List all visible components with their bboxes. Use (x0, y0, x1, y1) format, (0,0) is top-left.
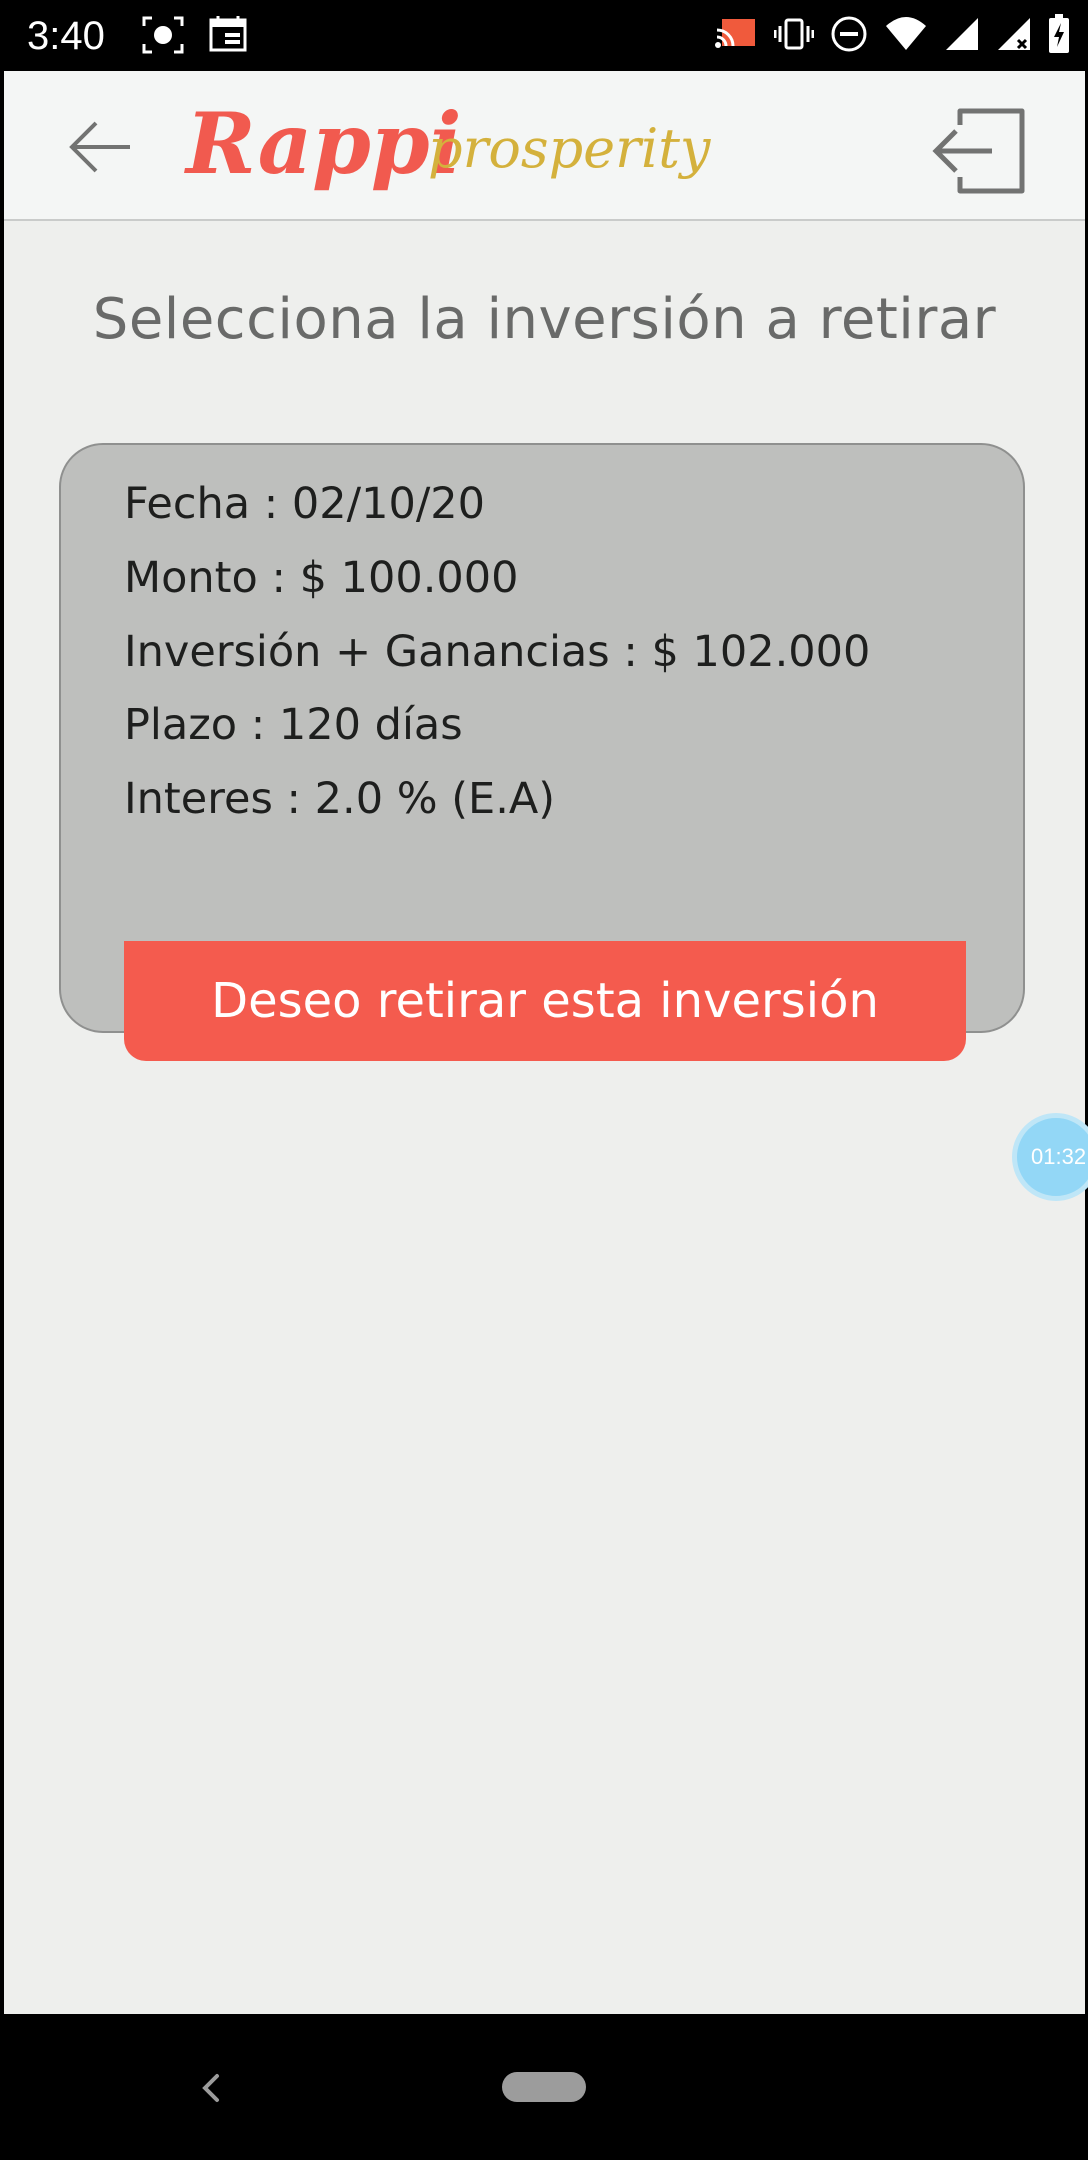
nav-home-pill[interactable] (502, 2072, 586, 2102)
navigation-bar (0, 2014, 1088, 2160)
signal-icon (946, 18, 978, 50)
investment-amount: Monto : $ 100.000 (124, 553, 519, 603)
svg-text:Rappi: Rappi (184, 95, 462, 193)
back-button[interactable] (64, 115, 134, 179)
withdraw-investment-button[interactable]: Deseo retirar esta inversión (124, 941, 966, 1061)
battery-charging-icon (1049, 14, 1069, 53)
status-left-icons (140, 14, 248, 56)
signal-icon-2 (998, 18, 1030, 50)
logout-button[interactable] (932, 105, 1028, 197)
investment-term: Plazo : 120 días (124, 700, 463, 750)
app-screen: Rappi prosperity Selecciona la inversión… (4, 71, 1088, 2014)
rappi-prosperity-logo: Rappi prosperity (184, 95, 712, 193)
investment-interest: Interes : 2.0 % (E.A) (124, 774, 556, 824)
status-bar: 3:40 (0, 0, 1088, 71)
page-title: Selecciona la inversión a retirar (92, 287, 997, 352)
status-right-icons (714, 14, 1070, 54)
status-time: 3:40 (27, 14, 105, 58)
floating-timer-bubble[interactable]: 01:32 (1012, 1113, 1088, 1201)
arrow-left-icon (69, 121, 130, 173)
screenshot-icon (142, 16, 184, 54)
svg-text:prosperity: prosperity (428, 117, 712, 180)
cast-icon (715, 19, 755, 48)
investment-date: Fecha : 02/10/20 (124, 479, 486, 529)
do-not-disturb-icon (831, 16, 867, 52)
nav-back-button[interactable] (195, 2068, 225, 2108)
investment-card: Fecha : 02/10/20 Monto : $ 100.000 Inver… (59, 443, 1025, 1061)
logout-icon (932, 108, 1025, 194)
wifi-icon (886, 17, 926, 50)
investment-total: Inversión + Ganancias : $ 102.000 (124, 627, 871, 677)
app-header: Rappi prosperity (4, 71, 1085, 221)
calendar-icon (209, 16, 247, 52)
vibrate-icon (774, 18, 814, 50)
nav-back-icon (202, 2074, 219, 2102)
